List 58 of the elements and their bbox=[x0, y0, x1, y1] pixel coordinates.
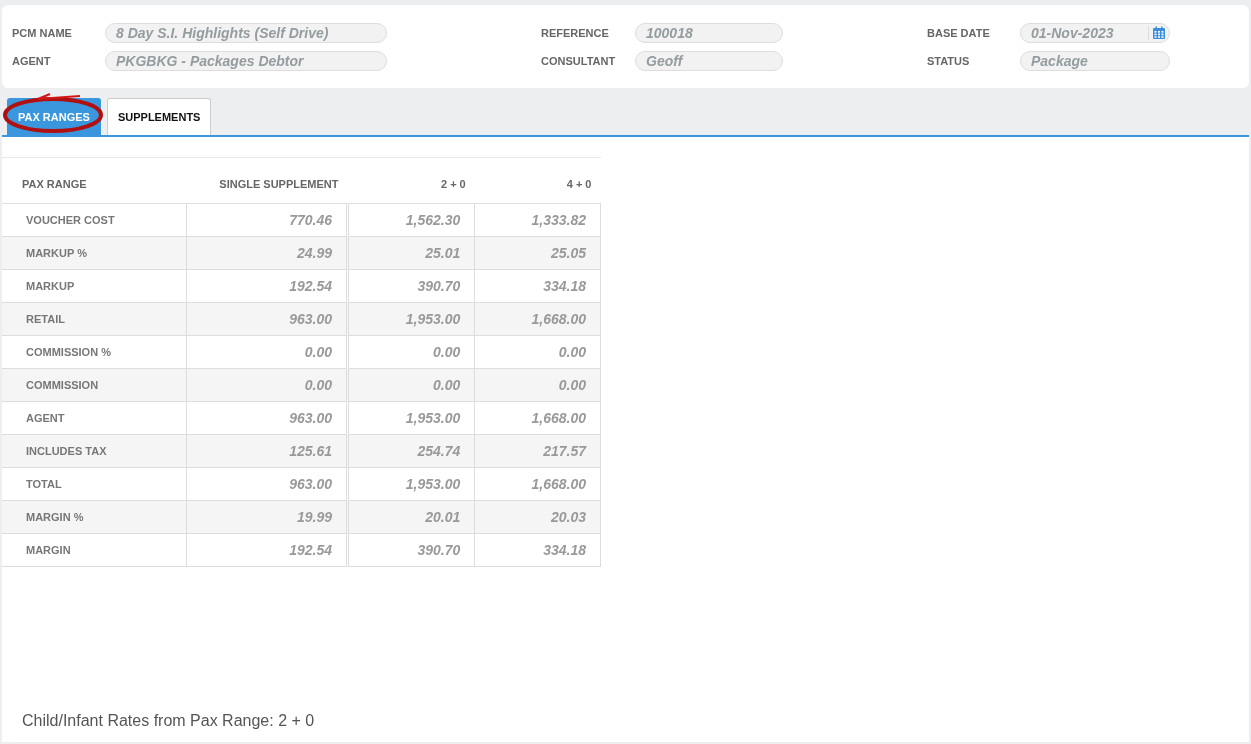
table-cell: 963.00 bbox=[186, 302, 348, 336]
table-cell: 254.74 bbox=[347, 434, 475, 468]
table-cell: 20.01 bbox=[347, 500, 475, 534]
table-cell: 217.57 bbox=[474, 434, 601, 468]
field-label: AGENT bbox=[12, 55, 52, 67]
column-header: SINGLE SUPPLEMENT bbox=[186, 157, 348, 204]
table-cell: 19.99 bbox=[186, 500, 348, 534]
table-cell: 1,953.00 bbox=[347, 467, 475, 501]
text-field[interactable]: 8 Day S.I. Highlights (Self Drive) bbox=[105, 23, 387, 43]
text-field[interactable]: 100018 bbox=[635, 23, 783, 43]
row-label: TOTAL bbox=[2, 467, 187, 501]
field-label: CONSULTANT bbox=[541, 55, 617, 67]
text-field[interactable]: PKGBKG - Packages Debtor bbox=[105, 51, 387, 71]
field-label: PCM NAME bbox=[12, 27, 73, 39]
table-cell: 334.18 bbox=[474, 533, 601, 567]
table-cell: 1,668.00 bbox=[474, 467, 601, 501]
field-label: BASE DATE bbox=[927, 27, 991, 39]
table-cell: 20.03 bbox=[474, 500, 601, 534]
date-field[interactable]: 01-Nov-2023 bbox=[1020, 23, 1170, 43]
table-cell: 0.00 bbox=[347, 368, 475, 402]
table-cell: 1,668.00 bbox=[474, 401, 601, 435]
column-header: PAX RANGE bbox=[2, 157, 187, 204]
row-label: AGENT bbox=[2, 401, 187, 435]
row-label: MARGIN % bbox=[2, 500, 187, 534]
table-cell: 1,333.82 bbox=[474, 203, 601, 237]
table-cell: 334.18 bbox=[474, 269, 601, 303]
column-header: 2 + 0 bbox=[347, 157, 475, 204]
text-field[interactable]: Package bbox=[1020, 51, 1170, 71]
table-cell: 125.61 bbox=[186, 434, 348, 468]
row-label: MARGIN bbox=[2, 533, 187, 567]
row-label: MARKUP % bbox=[2, 236, 187, 270]
row-label: INCLUDES TAX bbox=[2, 434, 187, 468]
row-label: COMMISSION % bbox=[2, 335, 187, 369]
row-label: MARKUP bbox=[2, 269, 187, 303]
table-cell: 0.00 bbox=[474, 335, 601, 369]
field-label: STATUS bbox=[927, 55, 971, 67]
table-cell: 24.99 bbox=[186, 236, 348, 270]
table-cell: 25.01 bbox=[347, 236, 475, 270]
table-cell: 192.54 bbox=[186, 533, 348, 567]
table-cell: 390.70 bbox=[347, 533, 475, 567]
row-label: RETAIL bbox=[2, 302, 187, 336]
table-cell: 25.05 bbox=[474, 236, 601, 270]
table-cell: 1,953.00 bbox=[347, 302, 475, 336]
row-label: VOUCHER COST bbox=[2, 203, 187, 237]
footer-note: Child/Infant Rates from Pax Range: 2 + 0 bbox=[22, 712, 316, 730]
calendar-icon[interactable] bbox=[1148, 26, 1166, 40]
table-cell: 0.00 bbox=[474, 368, 601, 402]
table-cell: 1,562.30 bbox=[347, 203, 475, 237]
text-field[interactable]: Geoff bbox=[635, 51, 783, 71]
table-cell: 1,953.00 bbox=[347, 401, 475, 435]
table-cell: 0.00 bbox=[186, 368, 348, 402]
table-cell: 390.70 bbox=[347, 269, 475, 303]
tab[interactable]: SUPPLEMENTS bbox=[106, 98, 212, 135]
column-header: 4 + 0 bbox=[474, 157, 601, 204]
field-label: REFERENCE bbox=[541, 27, 610, 39]
table-cell: 0.00 bbox=[347, 335, 475, 369]
row-label: COMMISSION bbox=[2, 368, 187, 402]
table-cell: 1,668.00 bbox=[474, 302, 601, 336]
